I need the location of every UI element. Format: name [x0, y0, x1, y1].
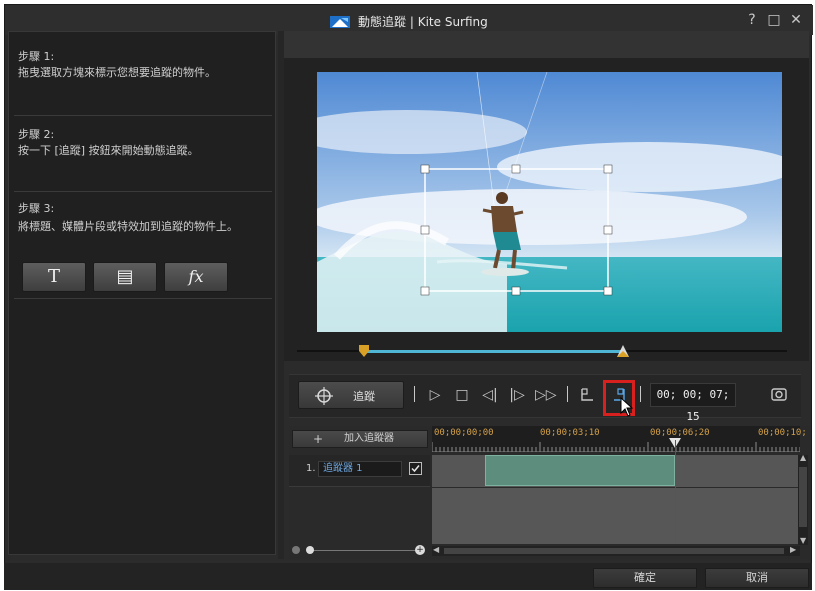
- stop-icon[interactable]: □: [453, 386, 471, 404]
- cancel-button[interactable]: 取消: [705, 568, 809, 588]
- help-icon[interactable]: ?: [743, 11, 761, 29]
- play-icon[interactable]: ▷: [426, 386, 444, 404]
- plus-icon: +: [313, 432, 324, 446]
- timeline-empty-area: [432, 488, 798, 544]
- ruler-label: 00;00;06;20: [650, 428, 710, 438]
- zoom-slider-track[interactable]: [306, 550, 416, 551]
- track-button-label: 追蹤: [353, 390, 375, 403]
- window-title-wrap: 動態追蹤 | Kite Surfing: [5, 13, 813, 30]
- scrollbar-thumb[interactable]: [799, 467, 807, 527]
- ok-button[interactable]: 確定: [593, 568, 697, 588]
- preview-header: [284, 31, 809, 59]
- mark-out-handle[interactable]: [617, 345, 629, 357]
- step-divider: [14, 298, 272, 299]
- step-1-text: 拖曳選取方塊來標示您想要追蹤的物件。: [18, 66, 216, 79]
- toolbar-separator: [414, 386, 415, 402]
- zoom-in-icon[interactable]: +: [415, 545, 425, 555]
- step-3-text: 將標題、媒體片段或特效加到追蹤的物件上。: [18, 220, 238, 233]
- scrollbar-thumb[interactable]: [444, 548, 784, 554]
- timeline-horizontal-scrollbar[interactable]: [432, 546, 800, 556]
- step-1-heading: 步驟 1:: [18, 50, 55, 63]
- tracker-index: 1.: [306, 463, 316, 474]
- toolbar-separator: [567, 386, 568, 402]
- ruler-label: 00;00;10;: [758, 428, 807, 438]
- timecode-display[interactable]: 00; 00; 07; 15: [650, 383, 736, 423]
- tracker-visible-checkbox[interactable]: [409, 462, 422, 475]
- step-3-heading: 步驟 3:: [18, 202, 55, 215]
- app-logo-icon: [330, 16, 351, 28]
- scroll-right-icon[interactable]: ▶: [790, 545, 796, 554]
- mark-in-icon[interactable]: [578, 386, 596, 404]
- video-preview[interactable]: [317, 72, 782, 332]
- step-2-text: 按一下 [追蹤] 按鈕來開始動態追蹤。: [18, 144, 199, 157]
- snapshot-icon[interactable]: [770, 386, 788, 404]
- mark-in-handle[interactable]: [359, 345, 369, 357]
- window-title: 動態追蹤 | Kite Surfing: [358, 15, 488, 29]
- mouse-cursor-icon: [620, 397, 634, 417]
- ruler-ticks: [432, 442, 800, 452]
- add-tracker-button[interactable]: + 加入追蹤器: [292, 430, 428, 448]
- track-button[interactable]: 追蹤: [298, 381, 404, 409]
- toolbar-separator: [640, 386, 641, 402]
- tracker-clip[interactable]: [485, 455, 675, 486]
- zoom-slider-thumb[interactable]: [306, 546, 314, 554]
- tracker-name-field[interactable]: 追蹤器 1: [318, 461, 402, 477]
- zoom-out-icon[interactable]: [292, 546, 300, 554]
- add-media-button[interactable]: ▤: [93, 262, 157, 292]
- step-2-heading: 步驟 2:: [18, 128, 55, 141]
- next-frame-icon[interactable]: |▷: [508, 386, 526, 404]
- add-tracker-label: 加入追蹤器: [344, 433, 394, 444]
- instructions-panel: [8, 31, 276, 555]
- video-frame: [317, 72, 782, 332]
- scroll-up-icon[interactable]: ▲: [800, 453, 806, 462]
- step-divider: [14, 115, 272, 116]
- ruler-label: 00;00;03;10: [540, 428, 600, 438]
- ruler-label: 00;00;00;00: [434, 428, 494, 438]
- previous-frame-icon[interactable]: ◁|: [481, 386, 499, 404]
- add-title-button[interactable]: T: [22, 262, 86, 292]
- scroll-down-icon[interactable]: ▼: [800, 536, 806, 545]
- maximize-icon[interactable]: □: [765, 11, 783, 29]
- step-divider: [14, 191, 272, 192]
- crosshair-icon: [315, 387, 333, 405]
- playhead-line: [675, 440, 676, 544]
- add-effect-button[interactable]: fx: [164, 262, 228, 292]
- fast-forward-icon[interactable]: ▷▷: [535, 386, 557, 404]
- close-icon[interactable]: ✕: [787, 11, 805, 29]
- timeline-vertical-scrollbar[interactable]: [798, 455, 808, 545]
- scroll-left-icon[interactable]: ◀: [433, 545, 439, 554]
- scrub-range: [364, 350, 624, 353]
